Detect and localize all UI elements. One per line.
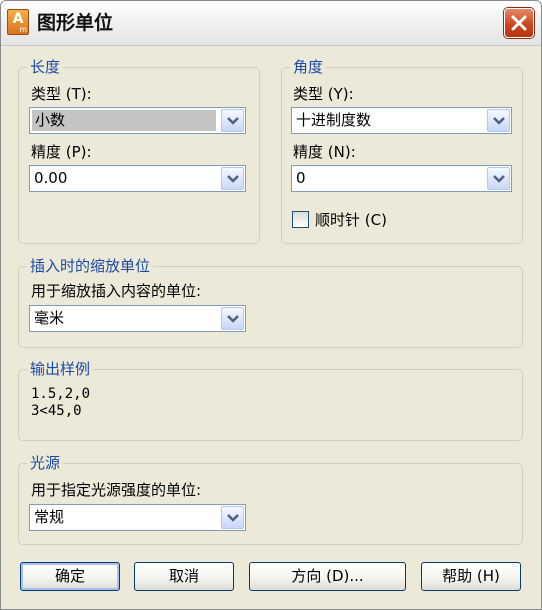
lighting-units-value: 常规	[34, 508, 65, 526]
sample-output-line-1: 1.5,2,0	[31, 386, 91, 402]
sample-output-group: 输出样例	[18, 359, 523, 441]
chevron-down-icon	[227, 117, 239, 125]
sample-output-line-2: 3<45,0	[31, 403, 82, 419]
lighting-units-select[interactable]: 常规	[29, 504, 246, 531]
angle-type-select[interactable]: 十进制度数	[291, 107, 512, 134]
length-type-select[interactable]: 小数	[29, 107, 246, 134]
length-type-value: 小数	[32, 110, 216, 131]
angle-type-dropdown-button[interactable]	[487, 109, 510, 132]
length-precision-dropdown-button[interactable]	[221, 167, 244, 190]
autocad-app-icon: Am	[7, 9, 29, 35]
insertion-scale-select[interactable]: 毫米	[29, 305, 246, 332]
insertion-scale-label: 用于缩放插入内容的单位:	[31, 282, 202, 300]
length-legend: 长度	[27, 57, 64, 77]
cancel-button[interactable]: 取消	[134, 562, 234, 591]
title-bar[interactable]: Am 图形单位	[1, 1, 541, 46]
length-type-dropdown-button[interactable]	[221, 109, 244, 132]
dialog-title: 图形单位	[37, 12, 114, 34]
clockwise-label[interactable]: 顺时针 (C)	[315, 210, 387, 230]
ok-button[interactable]: 确定	[20, 562, 120, 591]
chevron-down-icon	[493, 117, 505, 125]
length-precision-value: 0.00	[34, 169, 68, 187]
chevron-down-icon	[227, 175, 239, 183]
length-precision-select[interactable]: 0.00	[29, 165, 246, 192]
lighting-units-label: 用于指定光源强度的单位:	[31, 481, 202, 499]
chevron-down-icon	[227, 514, 239, 522]
chevron-down-icon	[493, 175, 505, 183]
angle-legend: 角度	[290, 57, 327, 77]
close-button[interactable]	[504, 8, 534, 38]
length-type-label: 类型 (T):	[31, 85, 92, 103]
close-icon	[511, 15, 527, 31]
angle-precision-value: 0	[296, 169, 306, 187]
chevron-down-icon	[227, 315, 239, 323]
sample-output-legend: 输出样例	[27, 359, 94, 379]
help-button[interactable]: 帮助 (H)	[421, 562, 521, 591]
units-dialog: Am 图形单位 长度 类型 (T): 小数 精度 (P): 0.00 角度 类型…	[0, 0, 542, 610]
angle-type-value: 十进制度数	[296, 111, 372, 129]
angle-type-label: 类型 (Y):	[293, 85, 354, 103]
insertion-scale-dropdown-button[interactable]	[221, 307, 244, 330]
direction-button[interactable]: 方向 (D)...	[249, 562, 406, 591]
lighting-units-dropdown-button[interactable]	[221, 506, 244, 529]
angle-precision-dropdown-button[interactable]	[487, 167, 510, 190]
angle-precision-select[interactable]: 0	[291, 165, 512, 192]
clockwise-checkbox[interactable]	[292, 211, 309, 228]
lighting-legend: 光源	[27, 453, 64, 473]
length-precision-label: 精度 (P):	[31, 143, 92, 161]
insertion-scale-legend: 插入时的缩放单位	[27, 256, 154, 276]
insertion-scale-value: 毫米	[34, 309, 65, 327]
angle-precision-label: 精度 (N):	[293, 143, 356, 161]
